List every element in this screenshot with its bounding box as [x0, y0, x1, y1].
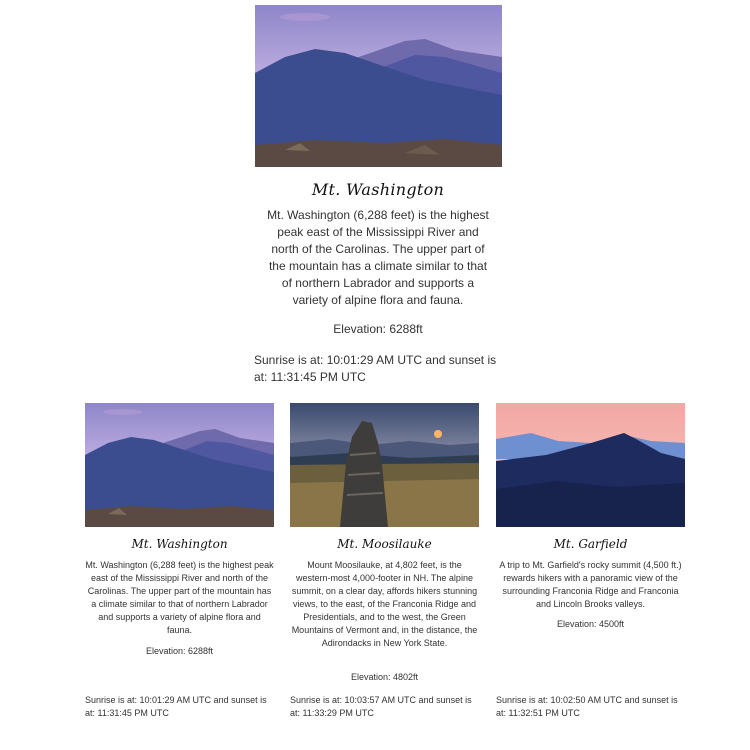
card-elevation: Elevation: 6288ft	[145, 646, 214, 656]
card-title: Mt. Moosilauke	[337, 537, 432, 551]
card-elevation: Elevation: 4802ft	[350, 672, 419, 682]
card-description: A trip to Mt. Garfield's rocky summit (4…	[499, 560, 682, 609]
mountain-card-washington[interactable]: Mt. Washington Mt. Washington (6,288 fee…	[85, 403, 275, 718]
mt-garfield-card-image[interactable]	[496, 403, 685, 527]
featured-title: Mt. Washington	[311, 180, 445, 199]
mt-moosilauke-card-image[interactable]	[290, 403, 479, 527]
card-description: Mount Moosilauke, at 4,802 feet, is the …	[291, 560, 478, 648]
mt-washington-card-image[interactable]	[85, 403, 274, 527]
card-title: Mt. Garfield	[553, 537, 628, 551]
featured-description: Mt. Washington (6,288 feet) is the highe…	[267, 208, 489, 307]
card-title: Mt. Washington	[131, 537, 228, 551]
featured-mountain-image	[255, 5, 502, 167]
mountain-card-moosilauke[interactable]: Mt. Moosilauke Mount Moosilauke, at 4,80…	[290, 403, 480, 718]
card-sun-times: Sunrise is at: 10:03:57 AM UTC and sunse…	[290, 695, 472, 718]
card-sun-times: Sunrise is at: 10:02:50 AM UTC and sunse…	[496, 695, 678, 718]
card-sun-times: Sunrise is at: 10:01:29 AM UTC and sunse…	[85, 695, 267, 718]
mountain-card-garfield[interactable]: Mt. Garfield A trip to Mt. Garfield's ro…	[496, 403, 686, 718]
featured-sun-times: Sunrise is at: 10:01:29 AM UTC and sunse…	[254, 353, 497, 384]
featured-elevation: Elevation: 6288ft	[333, 322, 423, 336]
card-elevation: Elevation: 4500ft	[556, 619, 625, 629]
card-description: Mt. Washington (6,288 feet) is the highe…	[85, 560, 274, 635]
